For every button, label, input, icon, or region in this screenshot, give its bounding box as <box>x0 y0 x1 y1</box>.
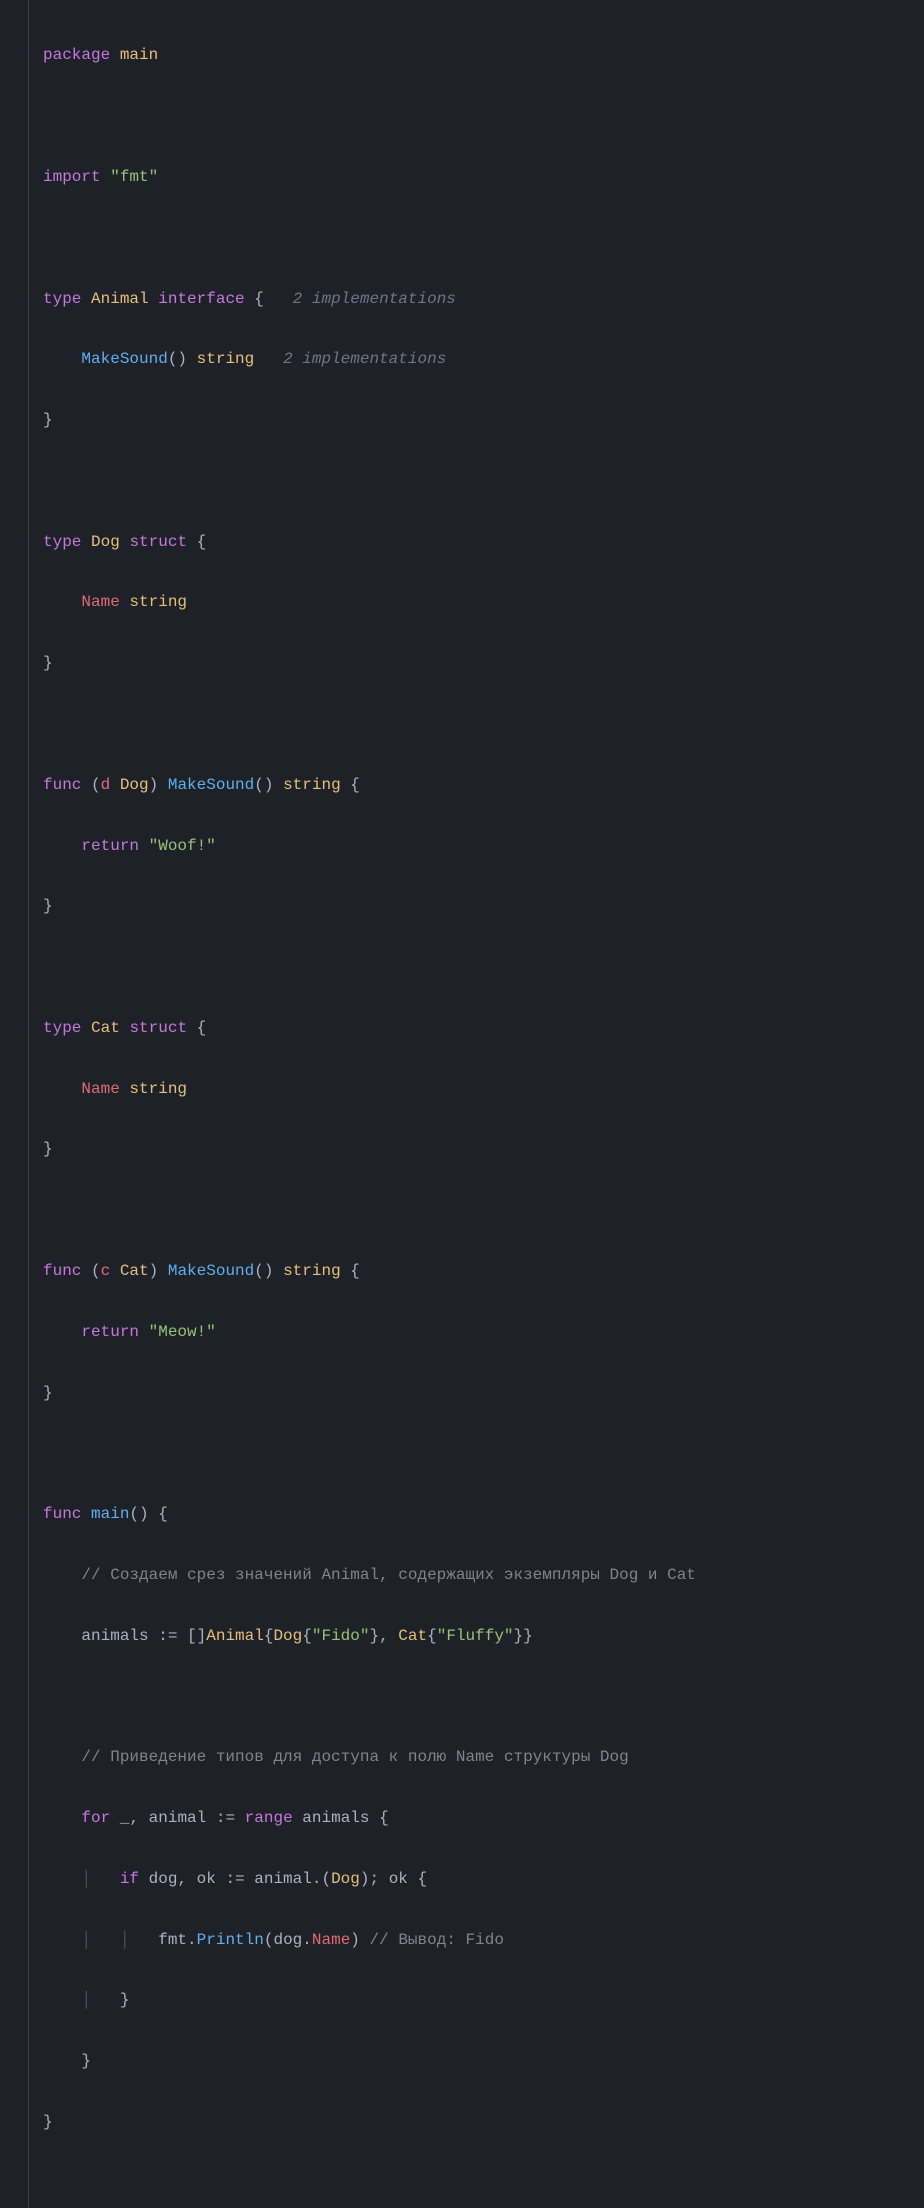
code-line: } <box>43 648 910 678</box>
code-line <box>43 709 910 739</box>
code-line: Name string <box>43 1074 910 1104</box>
code-line <box>43 223 910 253</box>
code-line <box>43 1438 910 1468</box>
code-line: // Приведение типов для доступа к полю N… <box>43 1742 910 1772</box>
code-line: return "Woof!" <box>43 831 910 861</box>
inlay-hint[interactable]: 2 implementations <box>293 290 456 308</box>
code-line: type Dog struct { <box>43 527 910 557</box>
code-line: │ } <box>43 1985 910 2015</box>
code-line: MakeSound() string 2 implementations <box>43 344 910 374</box>
code-line: type Cat struct { <box>43 1013 910 1043</box>
code-line <box>43 466 910 496</box>
code-line: for _, animal := range animals { <box>43 1803 910 1833</box>
code-line: } <box>43 2046 910 2076</box>
indent-guide-icon: │ │ <box>81 1931 158 1949</box>
code-line: func (d Dog) MakeSound() string { <box>43 770 910 800</box>
code-line: // Создаем срез значений Animal, содержа… <box>43 1560 910 1590</box>
code-line: func main() { <box>43 1499 910 1529</box>
code-editor[interactable]: package main import "fmt" type Animal in… <box>0 0 924 2208</box>
code-line: package main <box>43 40 910 70</box>
code-line: } <box>43 1378 910 1408</box>
code-line: type Animal interface { 2 implementation… <box>43 284 910 314</box>
code-line: } <box>43 405 910 435</box>
code-line <box>43 1681 910 1711</box>
code-line: animals := []Animal{Dog{"Fido"}, Cat{"Fl… <box>43 1621 910 1651</box>
code-area[interactable]: package main import "fmt" type Animal in… <box>29 0 924 2208</box>
gutter <box>0 0 29 2208</box>
code-line <box>43 101 910 131</box>
code-line: } <box>43 891 910 921</box>
code-line: │ │ fmt.Println(dog.Name) // Вывод: Fido <box>43 1925 910 1955</box>
code-line: Name string <box>43 587 910 617</box>
code-line: import "fmt" <box>43 162 910 192</box>
code-line: return "Meow!" <box>43 1317 910 1347</box>
code-line: func (c Cat) MakeSound() string { <box>43 1256 910 1286</box>
code-line <box>43 952 910 982</box>
inlay-hint[interactable]: 2 implementations <box>283 350 446 368</box>
code-line: │ if dog, ok := animal.(Dog); ok { <box>43 1864 910 1894</box>
indent-guide-icon: │ <box>81 1870 119 1888</box>
code-line: } <box>43 1134 910 1164</box>
indent-guide-icon: │ <box>81 1991 119 2009</box>
code-line: } <box>43 2107 910 2137</box>
